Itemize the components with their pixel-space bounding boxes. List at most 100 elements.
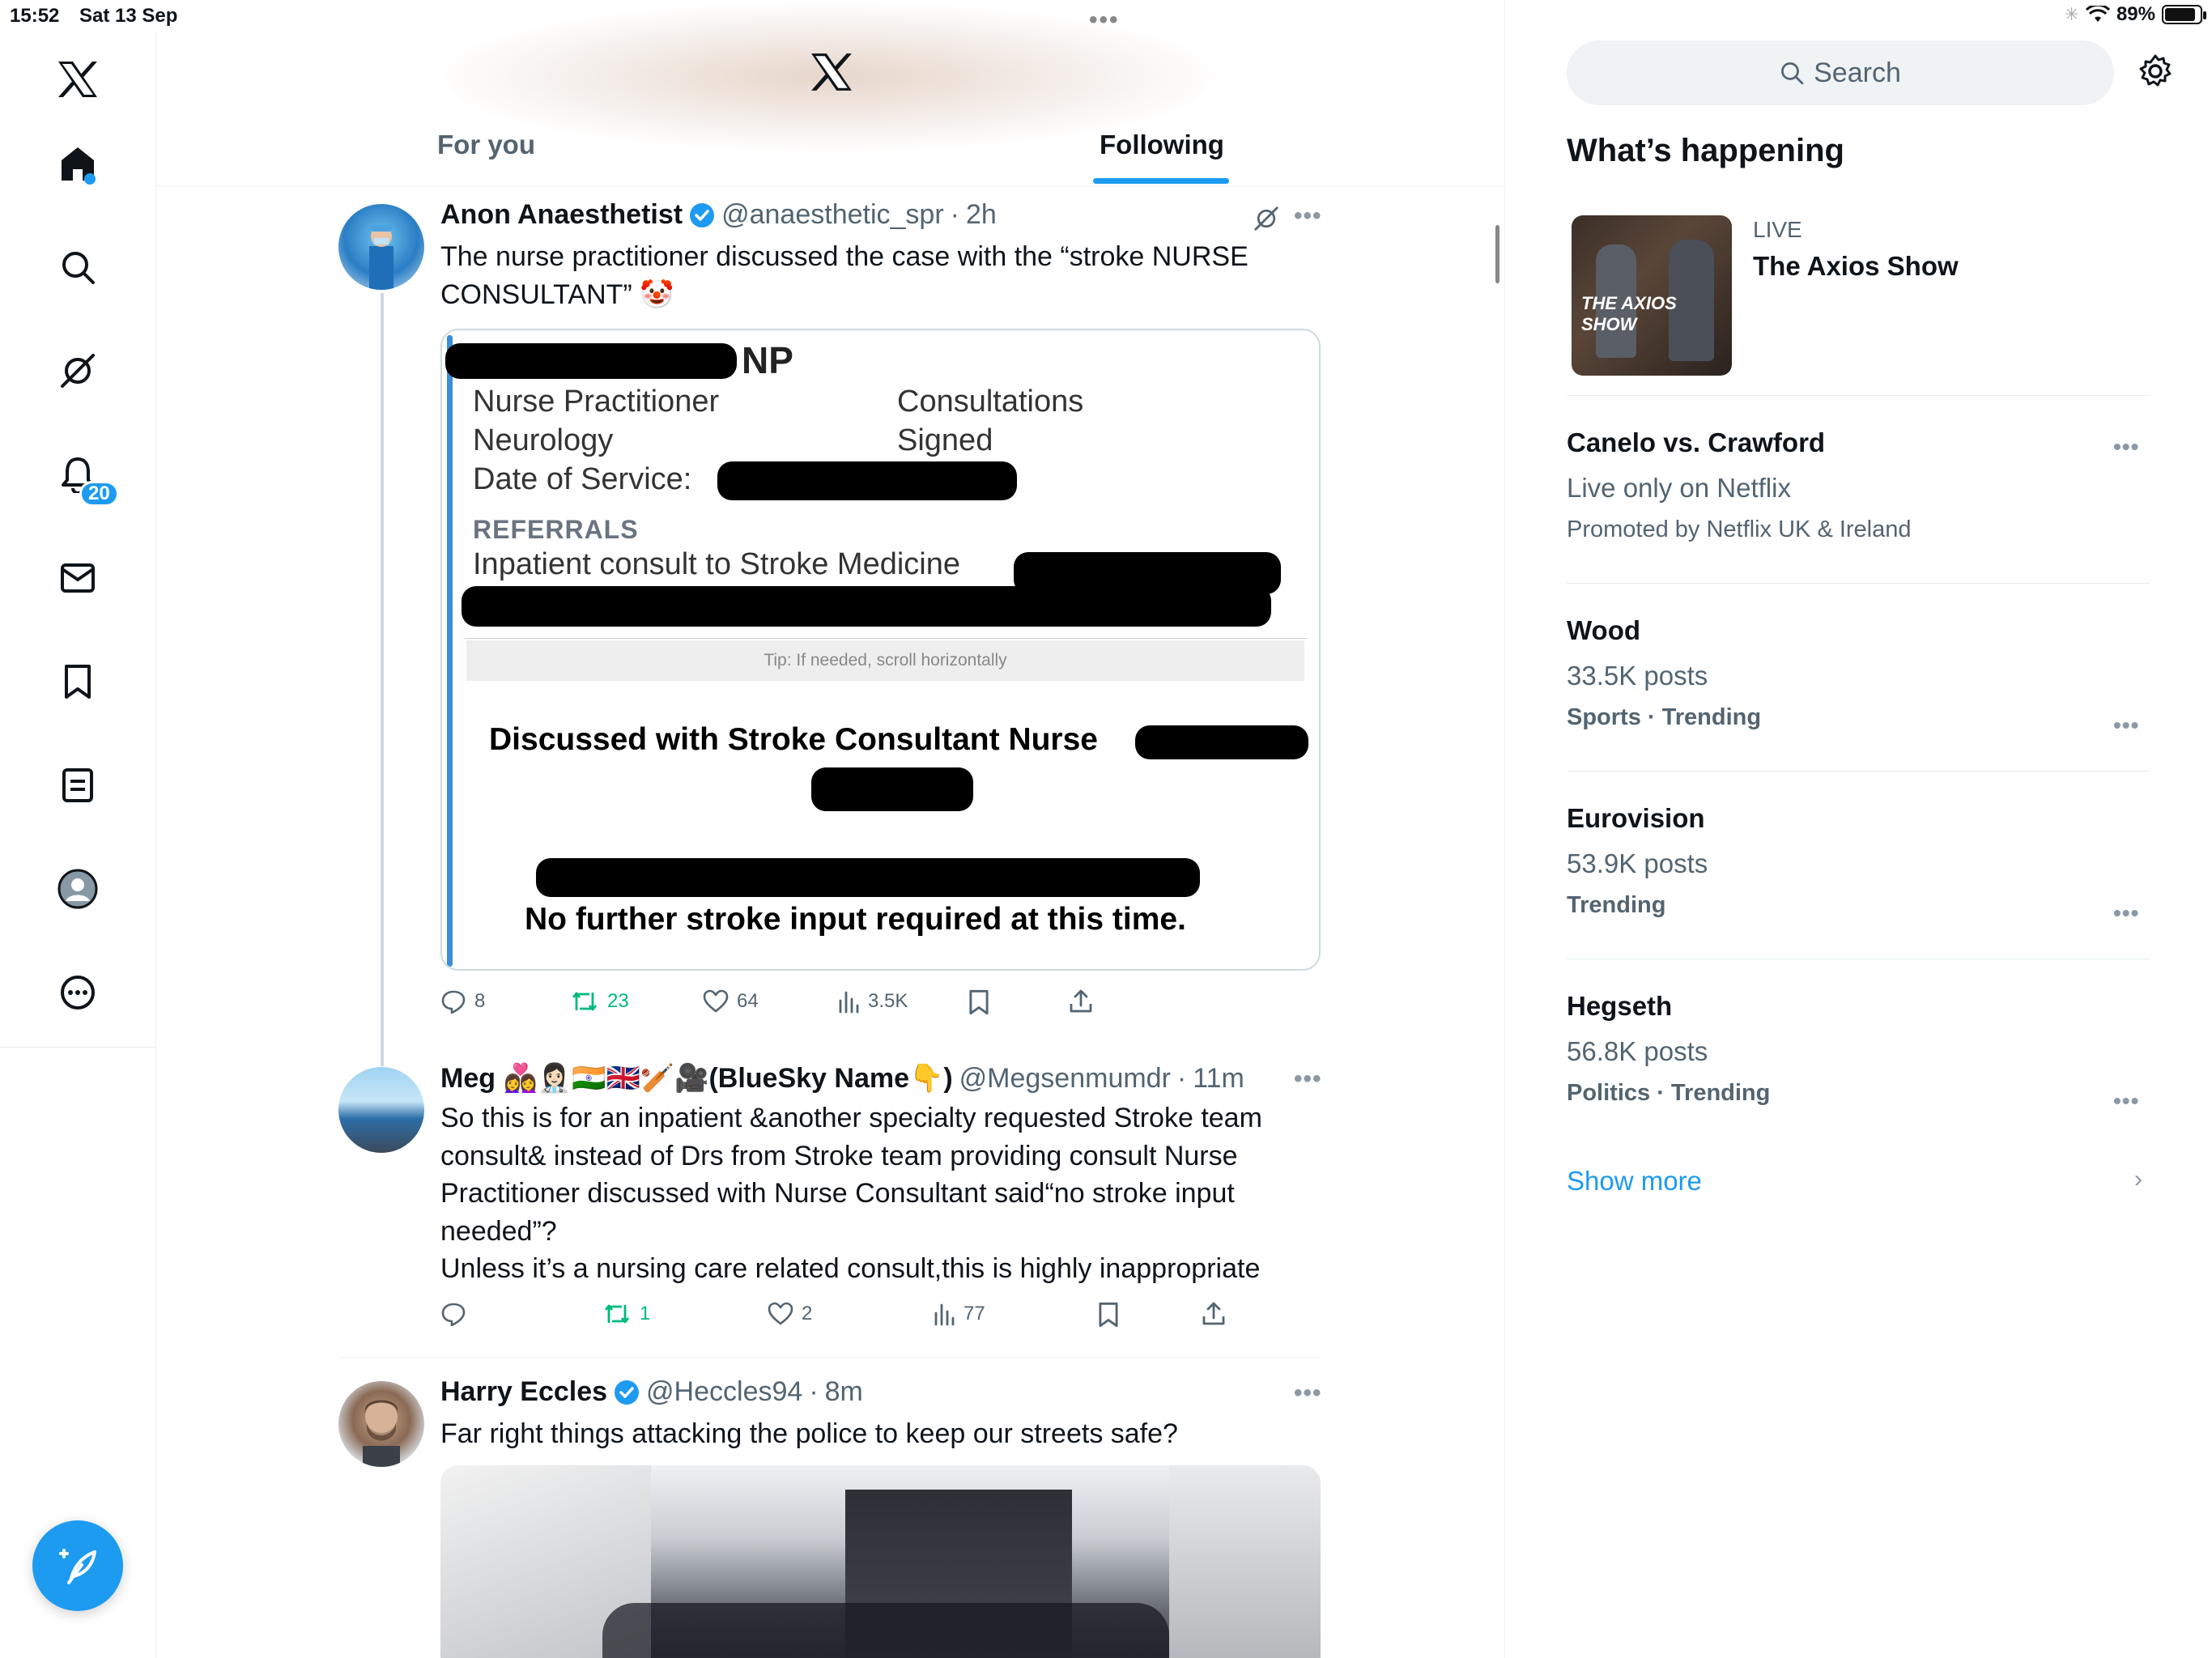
live-thumbnail[interactable]: THE AXIOS SHOW (1572, 215, 1732, 376)
left-nav: 20 (0, 32, 156, 1658)
lists-icon[interactable] (49, 756, 107, 814)
tab-following[interactable]: Following (1100, 130, 1224, 160)
tweet-header: Harry Eccles @Heccles94 · 8m (440, 1376, 863, 1408)
verified-badge-icon (615, 1380, 640, 1405)
author-name[interactable]: Meg 👩‍❤️‍👩👩🏻‍⚕️🇮🇳🇬🇧🏏🎥(BlueSky Name👇) (440, 1062, 953, 1095)
heart-icon (768, 1302, 793, 1325)
author-handle[interactable]: @Megsenmumdr (959, 1063, 1171, 1095)
x-logo-icon[interactable] (49, 50, 107, 108)
repost-button[interactable]: 1 (602, 1302, 650, 1326)
compose-post-button[interactable] (32, 1520, 123, 1611)
doc-accent-bar (447, 335, 453, 967)
search-input[interactable]: Search (1567, 40, 2114, 105)
tweet-text: So this is for an inpatient &another spe… (440, 1103, 1262, 1284)
trend-title: Canelo vs. Crawford (1567, 427, 1826, 457)
reply-icon (441, 1303, 466, 1326)
avatar[interactable] (338, 1067, 424, 1153)
reply-button[interactable]: 8 (440, 989, 485, 1014)
search-icon[interactable] (49, 238, 107, 296)
views-button[interactable]: 3.5K (837, 989, 908, 1014)
like-button[interactable]: 2 (768, 1302, 812, 1326)
mail-icon[interactable] (49, 549, 107, 607)
tweet-time[interactable]: 2h (966, 199, 997, 231)
share-icon (1202, 1302, 1225, 1325)
reply-count: 8 (474, 990, 486, 1012)
trend-more-icon[interactable]: ••• (2113, 712, 2139, 738)
view-count: 3.5K (868, 990, 908, 1012)
active-tab-indicator (1093, 178, 1229, 184)
tweet-more-icon[interactable]: ••• (1294, 1380, 1322, 1407)
home-icon[interactable] (49, 134, 107, 193)
author-name[interactable]: Harry Eccles (440, 1376, 607, 1408)
views-button[interactable]: 77 (933, 1302, 985, 1326)
bookmark-icon[interactable] (49, 653, 107, 711)
doc-line: Date of Service: (473, 462, 692, 496)
chevron-right-icon[interactable]: › (2134, 1166, 2142, 1193)
tweet-header: Meg 👩‍❤️‍👩👩🏻‍⚕️🇮🇳🇬🇧🏏🎥(BlueSky Name👇) @Me… (440, 1062, 1244, 1095)
trend-item[interactable]: Hegseth 56.8K posts Politics · Trending (1567, 991, 2150, 1107)
scrollbar[interactable] (1495, 225, 1499, 283)
doc-line: Nurse Practitioner (473, 385, 720, 419)
live-title[interactable]: The Axios Show (1753, 251, 1959, 282)
x-logo-header-icon[interactable] (810, 52, 853, 92)
repost-button[interactable]: 23 (570, 989, 629, 1014)
grok-explain-icon[interactable] (1253, 206, 1279, 232)
author-handle[interactable]: @Heccles94 (646, 1376, 802, 1408)
trend-more-icon[interactable]: ••• (2113, 434, 2139, 460)
notification-count-badge: 20 (79, 481, 119, 507)
tab-for-you[interactable]: For you (437, 130, 535, 160)
avatar[interactable] (338, 1381, 424, 1467)
more-options-icon[interactable] (49, 963, 107, 1022)
whats-happening-heading: What’s happening (1567, 133, 1844, 168)
tweet-more-icon[interactable]: ••• (1294, 1065, 1322, 1093)
trend-category: Trending (1567, 892, 1666, 918)
multitasking-dots-icon[interactable]: ••• (1089, 6, 1120, 34)
trend-item[interactable]: Wood 33.5K posts Sports · Trending (1567, 615, 2150, 731)
tweet-time[interactable]: 11m (1193, 1063, 1244, 1095)
tweet-media-document[interactable]: NP Nurse Practitioner Neurology Date of … (440, 329, 1321, 971)
trend-more-icon[interactable]: ••• (2113, 900, 2139, 926)
settings-gear-icon[interactable] (2138, 53, 2173, 89)
redaction (536, 858, 1200, 897)
analytics-icon (839, 991, 859, 1014)
avatar[interactable] (338, 204, 424, 290)
doc-line: Signed (897, 423, 993, 457)
analytics-icon (934, 1303, 955, 1326)
repost-count: 23 (607, 990, 629, 1012)
like-count: 64 (737, 990, 759, 1012)
trend-subtitle: 53.9K posts (1567, 848, 1708, 878)
profile-icon[interactable] (49, 860, 107, 918)
heart-icon (703, 989, 729, 1013)
doc-right-lines: Consultations Signed (897, 382, 1083, 460)
bookmark-icon (969, 989, 989, 1015)
author-name[interactable]: Anon Anaesthetist (440, 199, 683, 231)
reply-button[interactable] (440, 1302, 474, 1326)
tweet-media-photo[interactable] (440, 1465, 1321, 1658)
tweet-more-icon[interactable]: ••• (1294, 202, 1322, 230)
bookmark-button[interactable] (968, 989, 989, 1015)
show-more-link[interactable]: Show more (1567, 1166, 1702, 1197)
trend-item[interactable]: Eurovision 53.9K posts Trending (1567, 803, 2150, 919)
tweet-time[interactable]: 8m (825, 1376, 863, 1408)
meta-separator: · (809, 1376, 819, 1407)
trend-item[interactable]: Canelo vs. Crawford Live only on Netflix… (1567, 427, 2150, 543)
trend-divider (1567, 395, 2150, 396)
trend-more-icon[interactable]: ••• (2113, 1088, 2139, 1114)
grok-icon[interactable] (49, 342, 107, 400)
author-handle[interactable]: @anaesthetic_spr (721, 199, 944, 231)
share-button[interactable] (1069, 988, 1093, 1014)
trend-subtitle: Live only on Netflix (1567, 473, 1791, 503)
like-count: 2 (802, 1303, 813, 1324)
trend-title: Wood (1567, 615, 1641, 645)
trend-divider (1567, 583, 2150, 584)
tweet-text: Far right things attacking the police to… (440, 1418, 1178, 1449)
doc-line: Consultations (897, 385, 1084, 419)
share-button[interactable] (1202, 1300, 1226, 1326)
like-button[interactable]: 64 (703, 989, 759, 1014)
trend-title: Hegseth (1567, 991, 1673, 1021)
view-count: 77 (963, 1303, 985, 1324)
bookmark-button[interactable] (1098, 1302, 1119, 1328)
trend-category: Promoted by Netflix UK & Ireland (1567, 517, 1912, 542)
verified-badge-icon (690, 202, 715, 227)
meta-separator: · (950, 199, 959, 230)
